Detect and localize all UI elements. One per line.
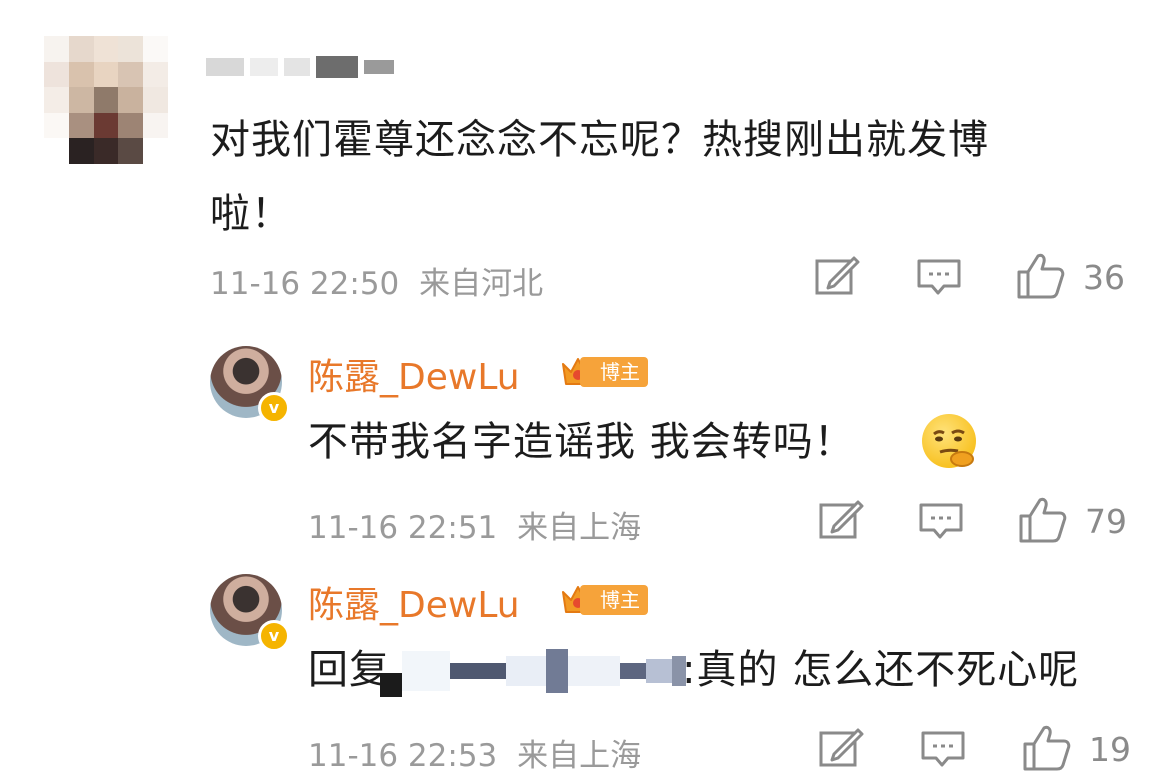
reply-meta: 11-16 22:51 来自上海	[308, 502, 641, 547]
like-count: 36	[1083, 258, 1125, 297]
edit-share-icon[interactable]	[818, 728, 864, 770]
comment-icon[interactable]	[918, 502, 964, 542]
thumbs-up-icon[interactable]	[1016, 252, 1066, 300]
reply-prefix: 回复	[308, 647, 390, 693]
badge-label: 博主	[580, 585, 648, 615]
reply-time: 11-16 22:53	[308, 738, 498, 774]
username[interactable]: 陈露_DewLu	[308, 348, 520, 400]
reply-location: 来自上海	[517, 738, 642, 774]
comment-text: 对我们霍尊还念念不忘呢？热搜刚出就发博 啦！	[210, 110, 1110, 244]
comment-location: 来自河北	[419, 266, 544, 302]
mentioned-username-pixelated[interactable]	[380, 640, 686, 702]
reply-text: :真的 怎么还不死心呢	[682, 647, 1080, 693]
blogger-badge: 博主	[560, 582, 648, 618]
thinking-face-emoji	[922, 414, 976, 468]
edit-share-icon[interactable]	[818, 500, 864, 542]
blogger-badge: 博主	[560, 354, 648, 390]
like-count: 79	[1085, 502, 1127, 541]
username[interactable]: 陈露_DewLu	[308, 576, 520, 628]
reply-location: 来自上海	[517, 510, 642, 546]
verified-badge-icon: v	[258, 392, 290, 424]
comment-icon[interactable]	[920, 730, 966, 770]
comment-text-line-1: 对我们霍尊还念念不忘呢？热搜刚出就发博	[210, 117, 989, 163]
comment-icon[interactable]	[916, 258, 962, 298]
comment-time: 11-16 22:50	[210, 266, 400, 302]
reply-meta: 11-16 22:53 来自上海	[308, 730, 641, 775]
username-pixelated[interactable]	[206, 56, 394, 78]
comment-meta: 11-16 22:50 来自河北	[210, 258, 543, 303]
edit-share-icon[interactable]	[814, 256, 860, 298]
badge-label: 博主	[580, 357, 648, 387]
thumbs-up-icon[interactable]	[1022, 724, 1072, 772]
reply-time: 11-16 22:51	[308, 510, 498, 546]
like-count: 19	[1089, 730, 1131, 769]
avatar-pixelated[interactable]	[44, 36, 168, 164]
comment-text-line-2: 啦！	[210, 191, 292, 237]
thumbs-up-icon[interactable]	[1018, 496, 1068, 544]
reply-text: 不带我名字造谣我 我会转吗！	[308, 419, 855, 465]
verified-badge-icon: v	[258, 620, 290, 652]
